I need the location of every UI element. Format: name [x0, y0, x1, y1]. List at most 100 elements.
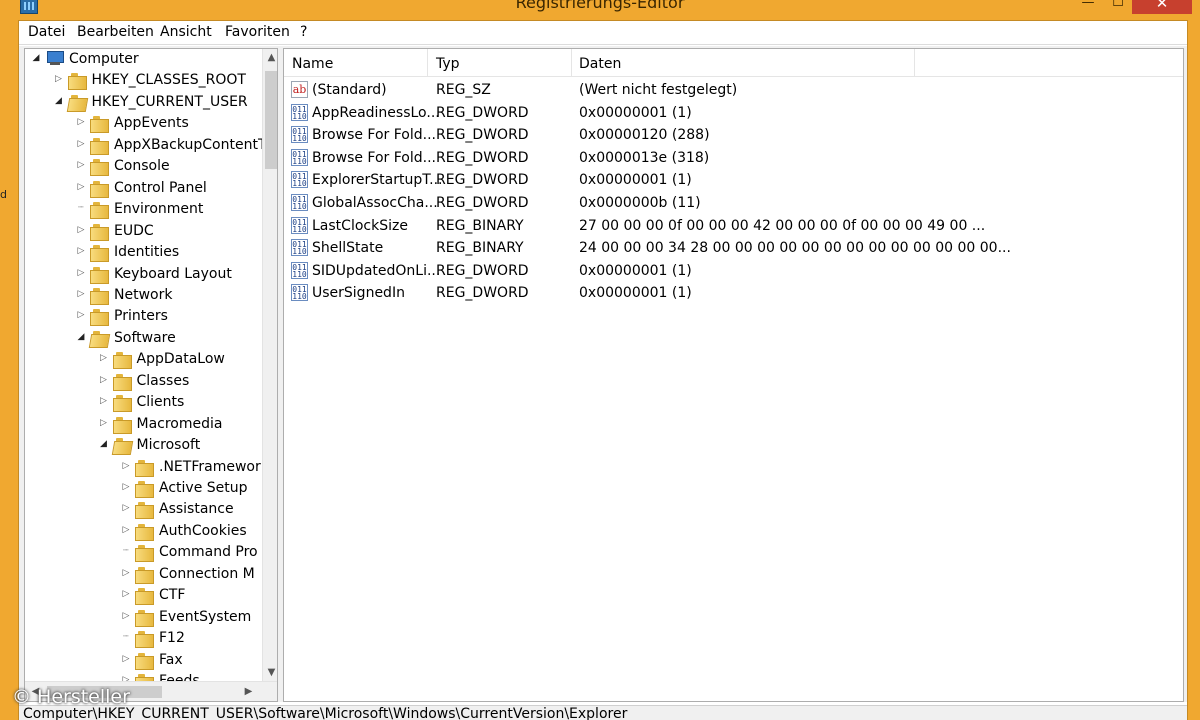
- column-header-data[interactable]: Daten: [579, 56, 621, 72]
- expanded-arrow-icon[interactable]: ◢: [99, 439, 109, 449]
- collapsed-arrow-icon[interactable]: ▷: [121, 482, 131, 492]
- minimize-button[interactable]: —: [1075, 0, 1101, 14]
- tree-item[interactable]: ▷ Classes: [25, 372, 261, 393]
- open-folder-icon: [68, 94, 86, 110]
- registry-value-row[interactable]: 011 110 LastClockSize REG_BINARY 27 00 00 00…: [284, 216, 1183, 238]
- binary-value-icon: 011 110: [291, 239, 308, 257]
- registry-value-row[interactable]: ab (Standard) REG_SZ (Wert nicht festgelegt…: [284, 80, 1183, 102]
- tree-scroll-thumb[interactable]: [265, 71, 277, 169]
- column-header-name[interactable]: Name: [292, 56, 333, 72]
- collapsed-arrow-icon[interactable]: ▷: [76, 139, 86, 149]
- tree-item[interactable]: ▷ AppDataLow: [25, 350, 261, 371]
- tree-item[interactable]: ▷ Printers: [25, 307, 261, 328]
- value-data: 0x00000001 (1): [579, 262, 692, 279]
- tree-item-label: AppXBackupContentT: [114, 136, 267, 153]
- registry-value-row[interactable]: 011 110 AppReadinessLo... REG_DWORD 0x000000…: [284, 103, 1183, 125]
- tree-item-label: Connection M: [159, 565, 255, 582]
- tree-item[interactable]: ◢ Microsoft: [25, 436, 261, 457]
- registry-tree[interactable]: ▷Feeds▷Fax┈F12▷EventSystem▷CTF▷Connectio…: [24, 48, 278, 702]
- tree-item[interactable]: ▷ Identities: [25, 243, 261, 264]
- tree-item[interactable]: ▷ AuthCookies: [25, 522, 261, 543]
- tree-item[interactable]: ▷ AppEvents: [25, 114, 261, 135]
- collapsed-arrow-icon[interactable]: ▷: [76, 246, 86, 256]
- tree-item[interactable]: ▷ Fax: [25, 651, 261, 672]
- value-data: 0x00000001 (1): [579, 172, 692, 189]
- tree-item[interactable]: ◢ HKEY_CURRENT_USER: [25, 93, 261, 114]
- scroll-down-arrow-icon[interactable]: ▼: [263, 667, 277, 678]
- tree-item[interactable]: ◢ Software: [25, 329, 261, 350]
- collapsed-arrow-icon[interactable]: ▷: [121, 525, 131, 535]
- value-type: REG_BINARY: [436, 217, 524, 234]
- tree-item[interactable]: ▷ Keyboard Layout: [25, 265, 261, 286]
- collapsed-arrow-icon[interactable]: ▷: [121, 611, 131, 621]
- collapsed-arrow-icon[interactable]: ▷: [99, 418, 109, 428]
- collapsed-arrow-icon[interactable]: ▷: [121, 461, 131, 471]
- collapsed-arrow-icon[interactable]: ▷: [76, 182, 86, 192]
- tree-item[interactable]: ▷ EventSystem: [25, 608, 261, 629]
- column-divider[interactable]: [427, 49, 428, 77]
- collapsed-arrow-icon[interactable]: ▷: [76, 310, 86, 320]
- tree-vertical-scrollbar[interactable]: ▲ ▼: [262, 49, 277, 681]
- collapsed-arrow-icon[interactable]: ▷: [99, 353, 109, 363]
- scroll-right-arrow-icon[interactable]: ▶: [240, 686, 257, 697]
- registry-value-row[interactable]: 011 110 SIDUpdatedOnLi... REG_DWORD 0x000000…: [284, 261, 1183, 283]
- menu-datei[interactable]: Datei: [28, 24, 65, 40]
- menu-bearbeiten[interactable]: Bearbeiten: [77, 24, 154, 40]
- tree-item[interactable]: ┈ F12: [25, 629, 261, 650]
- tree-item[interactable]: ▷ CTF: [25, 586, 261, 607]
- tree-item[interactable]: ▷ Network: [25, 286, 261, 307]
- tree-item[interactable]: ▷ Assistance: [25, 500, 261, 521]
- registry-value-row[interactable]: 011 110 Browse For Fold... REG_DWORD 0x00000…: [284, 148, 1183, 170]
- tree-item[interactable]: ◢ Computer: [25, 50, 261, 71]
- collapsed-arrow-icon[interactable]: ▷: [121, 503, 131, 513]
- collapsed-arrow-icon[interactable]: ▷: [54, 74, 64, 84]
- tree-item[interactable]: ▷ EUDC: [25, 222, 261, 243]
- tree-item[interactable]: ▷ AppXBackupContentT: [25, 136, 267, 157]
- tree-item[interactable]: ▷ Active Setup: [25, 479, 261, 500]
- expanded-arrow-icon[interactable]: ◢: [31, 53, 41, 63]
- expanded-arrow-icon[interactable]: ◢: [54, 96, 64, 106]
- collapsed-arrow-icon[interactable]: ▷: [121, 568, 131, 578]
- tree-item[interactable]: ▷ Clients: [25, 393, 261, 414]
- value-data: 0x00000001 (1): [579, 285, 692, 302]
- tree-item[interactable]: ▷ Control Panel: [25, 179, 261, 200]
- registry-value-row[interactable]: 011 110 ExplorerStartupT... REG_DWORD 0x0000…: [284, 170, 1183, 192]
- column-divider[interactable]: [914, 49, 915, 77]
- tree-item-label: Fax: [159, 651, 183, 668]
- collapsed-arrow-icon[interactable]: ▷: [99, 375, 109, 385]
- tree-item-label: Environment: [114, 201, 204, 218]
- status-path: Computer\HKEY_CURRENT_USER\Software\Micr…: [23, 706, 628, 720]
- tree-item[interactable]: ▷ Connection M: [25, 565, 261, 586]
- binary-value-icon: 011 110: [291, 126, 308, 144]
- close-button[interactable]: ✕: [1132, 0, 1192, 14]
- tree-item[interactable]: ┈ Command Pro: [25, 543, 261, 564]
- registry-value-row[interactable]: 011 110 GlobalAssocCha... REG_DWORD 0x000000…: [284, 193, 1183, 215]
- tree-item[interactable]: ▷ Macromedia: [25, 415, 261, 436]
- collapsed-arrow-icon[interactable]: ▷: [76, 117, 86, 127]
- registry-value-row[interactable]: 011 110 Browse For Fold... REG_DWORD 0x00000…: [284, 125, 1183, 147]
- registry-values-list[interactable]: Name Typ Daten ab (Standard) REG_SZ (Wert n…: [283, 48, 1184, 702]
- tree-item[interactable]: ▷ .NETFramewor: [25, 458, 261, 479]
- registry-value-row[interactable]: 011 110 UserSignedIn REG_DWORD 0x00000001 (1…: [284, 283, 1183, 305]
- background-window-edge-text: d: [0, 188, 7, 201]
- column-header-type[interactable]: Typ: [436, 56, 460, 72]
- maximize-button[interactable]: ☐: [1105, 0, 1131, 14]
- menu-help[interactable]: ?: [300, 24, 307, 40]
- collapsed-arrow-icon[interactable]: ▷: [99, 396, 109, 406]
- collapsed-arrow-icon[interactable]: ▷: [76, 160, 86, 170]
- binary-value-icon: 011 110: [291, 194, 308, 211]
- collapsed-arrow-icon[interactable]: ▷: [76, 225, 86, 235]
- collapsed-arrow-icon[interactable]: ▷: [76, 289, 86, 299]
- expanded-arrow-icon[interactable]: ◢: [76, 332, 86, 342]
- registry-value-row[interactable]: 011 110 ShellState REG_BINARY 24 00 00 00 34…: [284, 238, 1183, 260]
- collapsed-arrow-icon[interactable]: ▷: [121, 589, 131, 599]
- scroll-up-arrow-icon[interactable]: ▲: [263, 52, 277, 63]
- column-divider[interactable]: [571, 49, 572, 77]
- tree-item[interactable]: ▷ Console: [25, 157, 261, 178]
- tree-item[interactable]: ┈ Environment: [25, 200, 261, 221]
- collapsed-arrow-icon[interactable]: ▷: [121, 654, 131, 664]
- menu-ansicht[interactable]: Ansicht: [160, 24, 212, 40]
- menu-favoriten[interactable]: Favoriten: [225, 24, 290, 40]
- collapsed-arrow-icon[interactable]: ▷: [76, 268, 86, 278]
- tree-item[interactable]: ▷ HKEY_CLASSES_ROOT: [25, 71, 261, 92]
